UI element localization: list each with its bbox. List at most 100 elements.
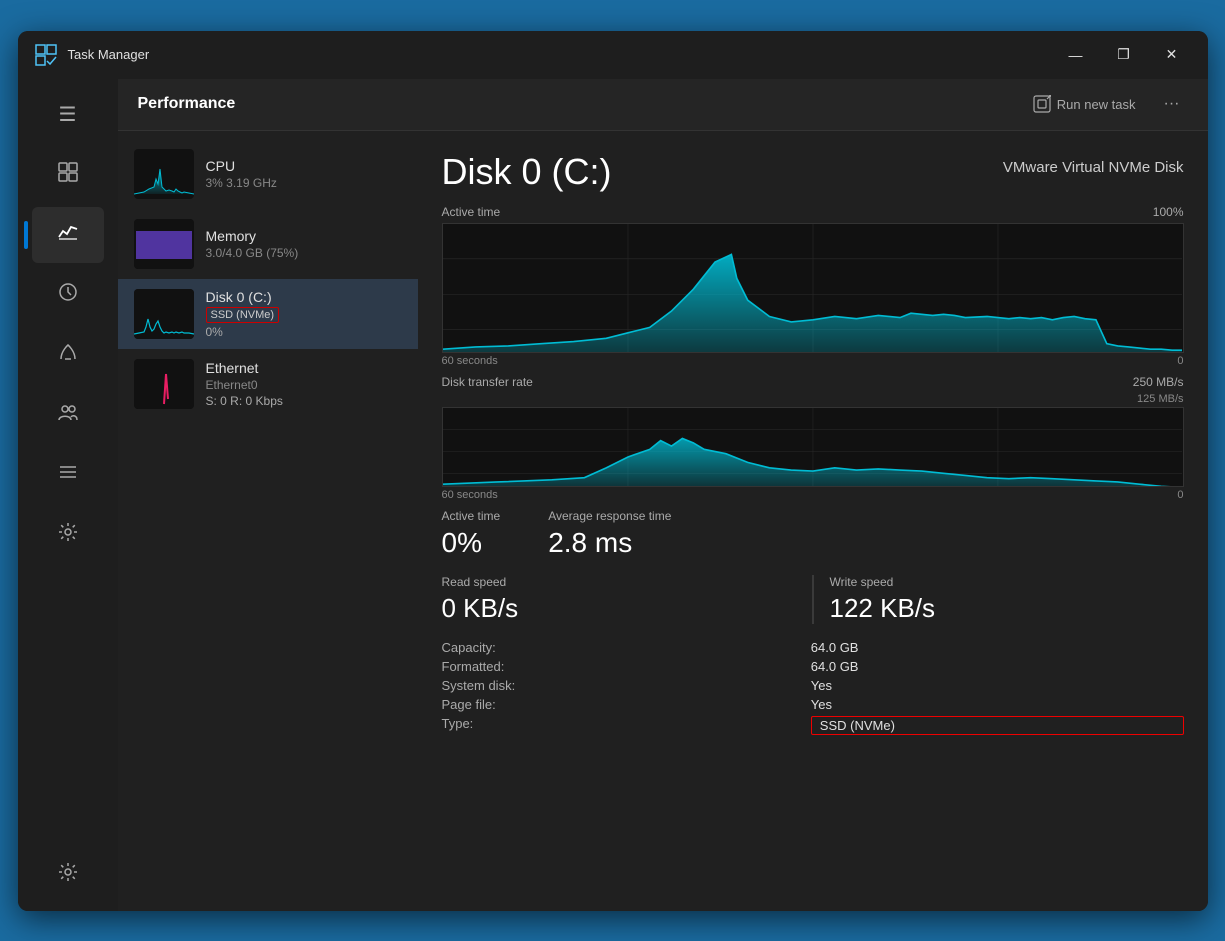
transfer-rate-bottom: 60 seconds 0 <box>442 489 1184 501</box>
services-icon <box>57 521 79 549</box>
device-item-memory[interactable]: Memory 3.0/4.0 GB (75%) <box>118 209 418 279</box>
cpu-sub: 3% 3.19 GHz <box>206 176 402 190</box>
run-task-label: Run new task <box>1057 97 1136 112</box>
formatted-label: Formatted: <box>442 659 795 674</box>
write-speed-label: Write speed <box>830 575 1168 589</box>
sidebar-item-processes[interactable] <box>32 147 104 203</box>
stats-row: Active time 0% Average response time 2.8… <box>442 509 1184 559</box>
users-icon <box>57 401 79 429</box>
chart1-zero-label: 0 <box>1177 355 1183 367</box>
content-area: Performance Run new task ··· <box>118 79 1208 911</box>
disk-type-badge: SSD (NVMe) <box>206 307 280 323</box>
active-time-stat-value: 0% <box>442 527 501 559</box>
type-value: SSD (NVMe) <box>811 716 1184 735</box>
response-time-stat-label: Average response time <box>548 509 671 523</box>
details-icon <box>57 461 79 489</box>
title-bar: Task Manager — ❐ ✕ <box>18 31 1208 79</box>
sidebar-item-services[interactable] <box>32 507 104 563</box>
transfer-rate-chart <box>442 407 1184 487</box>
run-new-task-button[interactable]: Run new task <box>1025 91 1144 117</box>
active-time-stat-label: Active time <box>442 509 501 523</box>
write-speed-value: 122 KB/s <box>830 593 1168 624</box>
page-file-value: Yes <box>811 697 1184 712</box>
cpu-info: CPU 3% 3.19 GHz <box>206 158 402 190</box>
response-time-stat: Average response time 2.8 ms <box>548 509 671 559</box>
capacity-value: 64.0 GB <box>811 640 1184 655</box>
response-time-stat-value: 2.8 ms <box>548 527 671 559</box>
history-icon <box>57 281 79 309</box>
menu-icon: ☰ <box>59 102 77 127</box>
chart2-time-label: 60 seconds <box>442 489 498 501</box>
transfer-rate-mid-label: 125 MB/s <box>442 393 1184 405</box>
disk-value: 0% <box>206 325 402 339</box>
cpu-name: CPU <box>206 158 402 174</box>
disk-thumbnail <box>134 289 194 339</box>
read-speed-block: Read speed 0 KB/s <box>442 575 796 624</box>
minimize-button[interactable]: — <box>1056 39 1096 71</box>
detail-title: Disk 0 (C:) <box>442 151 612 193</box>
memory-name: Memory <box>206 228 402 244</box>
task-manager-window: Task Manager — ❐ ✕ ☰ <box>18 31 1208 911</box>
active-time-max: 100% <box>1153 205 1184 219</box>
speed-row: Read speed 0 KB/s Write speed 122 KB/s <box>442 575 1184 624</box>
device-item-ethernet[interactable]: Ethernet Ethernet0 S: 0 R: 0 Kbps <box>118 349 418 419</box>
more-options-button[interactable]: ··· <box>1156 91 1188 117</box>
performance-icon <box>57 221 79 249</box>
detail-panel: Disk 0 (C:) VMware Virtual NVMe Disk Act… <box>418 131 1208 911</box>
ethernet-name: Ethernet <box>206 360 402 376</box>
disk-name: Disk 0 (C:) <box>206 289 402 305</box>
read-speed-value: 0 KB/s <box>442 593 780 624</box>
ethernet-value: S: 0 R: 0 Kbps <box>206 394 402 408</box>
window-title: Task Manager <box>68 47 1056 62</box>
active-time-chart <box>442 223 1184 353</box>
sidebar: ☰ <box>18 79 118 911</box>
ethernet-info: Ethernet Ethernet0 S: 0 R: 0 Kbps <box>206 360 402 408</box>
active-time-stat: Active time 0% <box>442 509 501 559</box>
settings-icon <box>57 861 79 889</box>
capacity-label: Capacity: <box>442 640 795 655</box>
window-controls: — ❐ ✕ <box>1056 39 1192 71</box>
active-time-bottom: 60 seconds 0 <box>442 355 1184 367</box>
read-speed-label: Read speed <box>442 575 780 589</box>
system-disk-label: System disk: <box>442 678 795 693</box>
main-content: ☰ <box>18 79 1208 911</box>
ethernet-sub: Ethernet0 <box>206 378 402 392</box>
device-item-disk[interactable]: Disk 0 (C:) SSD (NVMe) 0% <box>118 279 418 349</box>
write-speed-block: Write speed 122 KB/s <box>830 575 1184 624</box>
startup-icon <box>57 341 79 369</box>
transfer-rate-section: Disk transfer rate 250 MB/s 125 MB/s <box>442 375 1184 501</box>
active-time-section: Active time 100% <box>442 205 1184 367</box>
sidebar-item-details[interactable] <box>32 447 104 503</box>
sidebar-item-users[interactable] <box>32 387 104 443</box>
run-task-icon <box>1033 95 1051 113</box>
chart2-zero-label: 0 <box>1177 489 1183 501</box>
active-time-label: Active time <box>442 205 501 219</box>
memory-info: Memory 3.0/4.0 GB (75%) <box>206 228 402 260</box>
sidebar-item-startup[interactable] <box>32 327 104 383</box>
close-button[interactable]: ✕ <box>1152 39 1192 71</box>
ethernet-thumbnail <box>134 359 194 409</box>
cpu-thumbnail <box>134 149 194 199</box>
sidebar-item-history[interactable] <box>32 267 104 323</box>
type-label: Type: <box>442 716 795 735</box>
content-header: Performance Run new task ··· <box>118 79 1208 131</box>
sidebar-item-settings[interactable] <box>32 847 104 903</box>
task-manager-icon <box>34 43 58 67</box>
formatted-value: 64.0 GB <box>811 659 1184 674</box>
device-item-cpu[interactable]: CPU 3% 3.19 GHz <box>118 139 418 209</box>
system-disk-value: Yes <box>811 678 1184 693</box>
disk-info: Disk 0 (C:) SSD (NVMe) 0% <box>206 289 402 339</box>
sidebar-item-menu[interactable]: ☰ <box>32 87 104 143</box>
transfer-rate-max: 250 MB/s <box>1133 375 1184 389</box>
chart1-time-label: 60 seconds <box>442 355 498 367</box>
memory-thumbnail <box>134 219 194 269</box>
transfer-rate-label-row: Disk transfer rate 250 MB/s <box>442 375 1184 389</box>
memory-sub: 3.0/4.0 GB (75%) <box>206 246 402 260</box>
processes-icon <box>57 161 79 189</box>
active-time-label-row: Active time 100% <box>442 205 1184 219</box>
inner-layout: CPU 3% 3.19 GHz <box>118 131 1208 911</box>
sidebar-item-performance[interactable] <box>32 207 104 263</box>
header-actions: Run new task ··· <box>1025 91 1188 117</box>
info-grid: Capacity: 64.0 GB Formatted: 64.0 GB Sys… <box>442 640 1184 735</box>
maximize-button[interactable]: ❐ <box>1104 39 1144 71</box>
